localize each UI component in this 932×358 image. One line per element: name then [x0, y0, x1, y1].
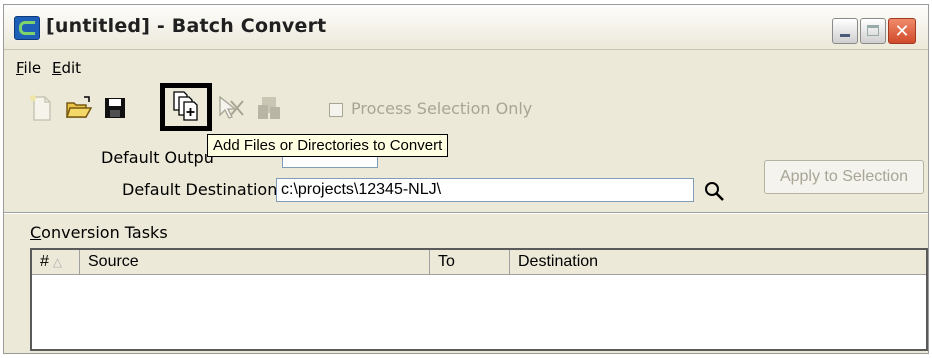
close-button[interactable]: ✕ — [888, 18, 916, 44]
menu-edit[interactable]: Edit — [52, 59, 81, 77]
apply-to-selection-button[interactable]: Apply to Selection — [764, 160, 924, 194]
title-bar[interactable]: [untitled] - Batch Convert ✕ — [4, 5, 928, 50]
conversion-tasks-mnemonic: C — [30, 223, 42, 242]
menu-file-mnemonic: F — [16, 59, 24, 77]
column-header-to[interactable]: To — [430, 250, 510, 274]
column-header-source[interactable]: Source — [80, 250, 430, 274]
window-title: [untitled] - Batch Convert — [46, 15, 327, 37]
process-selection-checkbox[interactable] — [329, 102, 343, 117]
default-output-label: Default Outpu — [101, 148, 214, 167]
menu-file-label: ile — [23, 59, 42, 77]
browse-destination-button[interactable] — [702, 179, 726, 203]
conversion-tasks-table[interactable]: # △ Source To Destination — [30, 248, 928, 351]
conversion-tasks-label: Conversion Tasks — [30, 223, 168, 242]
column-header-destination[interactable]: Destination — [510, 250, 926, 274]
add-files-icon — [173, 91, 198, 121]
menu-file[interactable]: File — [16, 59, 41, 77]
minimize-button[interactable] — [832, 18, 858, 44]
divider — [4, 212, 928, 214]
app-icon[interactable] — [14, 16, 40, 40]
menu-edit-label: dit — [61, 59, 82, 77]
process-selection-option: Process Selection Only — [329, 99, 532, 118]
column-header-number[interactable]: # △ — [32, 250, 80, 274]
toolbar: Process Selection Only — [4, 83, 928, 131]
column-number-label: # — [40, 253, 49, 270]
sort-icon: △ — [52, 255, 63, 269]
maximize-button[interactable] — [860, 18, 886, 44]
batch-convert-window: [untitled] - Batch Convert ✕ File Edit P… — [3, 4, 929, 354]
process-selection-label: Process Selection Only — [351, 99, 533, 118]
save-icon[interactable] — [100, 93, 130, 123]
remove-icon[interactable] — [216, 93, 246, 123]
new-file-icon[interactable] — [26, 93, 56, 123]
add-files-button[interactable] — [160, 83, 212, 131]
default-destination-label: Default Destination — [122, 180, 278, 199]
default-destination-input[interactable] — [276, 178, 694, 202]
convert-icon[interactable] — [254, 93, 284, 123]
tooltip: Add Files or Directories to Convert — [207, 134, 449, 157]
table-header: # △ Source To Destination — [32, 250, 926, 275]
close-icon: ✕ — [894, 21, 910, 42]
conversion-tasks-text: onversion Tasks — [41, 223, 168, 242]
search-icon — [705, 182, 724, 201]
open-folder-icon[interactable] — [64, 93, 94, 123]
